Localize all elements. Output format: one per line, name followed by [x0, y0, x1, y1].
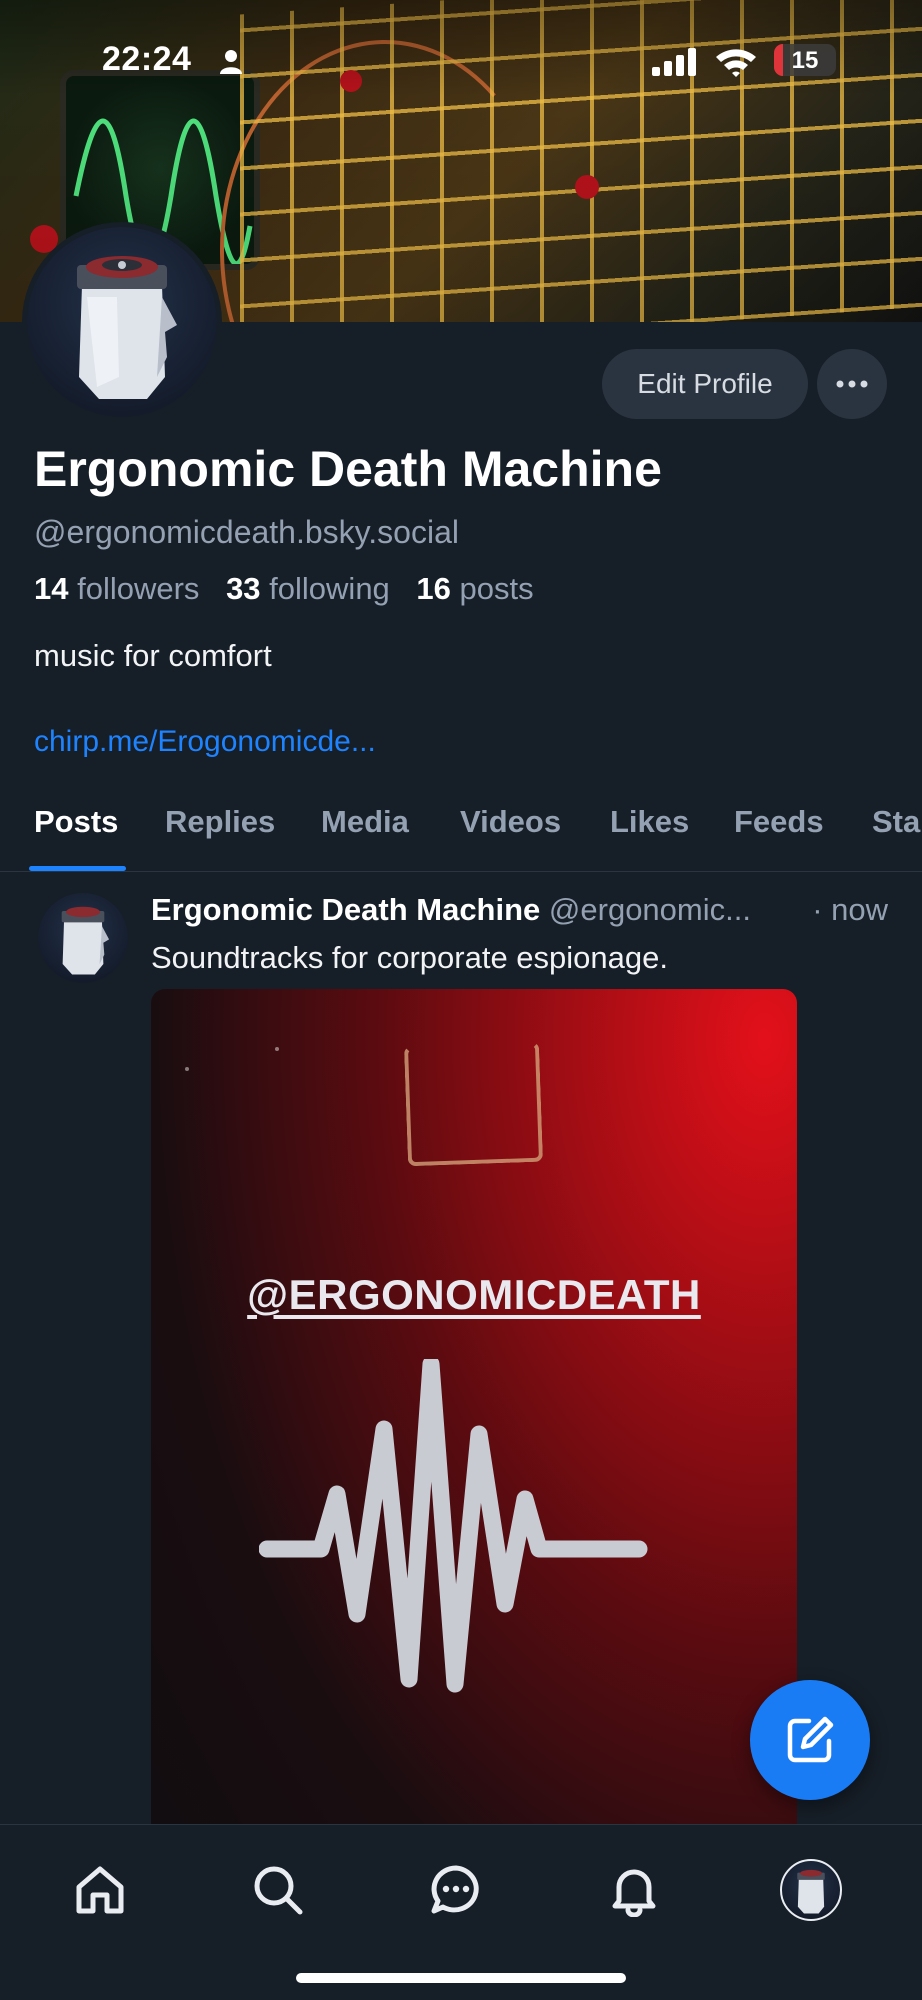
chat-icon — [431, 1865, 479, 1914]
post-author-handle[interactable]: @ergonomic... — [549, 892, 751, 927]
status-time: 22:24 — [102, 40, 192, 78]
home-icon — [76, 1866, 124, 1914]
compose-icon — [787, 1716, 834, 1763]
compose-post-button[interactable] — [750, 1680, 870, 1800]
post-author-name[interactable]: Ergonomic Death Machine — [151, 892, 540, 927]
more-options-button[interactable] — [817, 349, 887, 419]
bust-sculpture-image — [61, 906, 110, 975]
following-stat[interactable]: 33 following — [226, 571, 390, 606]
home-indicator — [296, 1973, 626, 1983]
post-text: Soundtracks for corporate espionage. — [151, 940, 668, 975]
edit-profile-button[interactable]: Edit Profile — [602, 349, 808, 419]
nav-home[interactable] — [67, 1857, 133, 1923]
tab-replies[interactable]: Replies — [165, 804, 275, 840]
profile-avatar — [780, 1859, 842, 1921]
bust-sculpture-image — [797, 1869, 825, 1914]
profile-bio: music for comfort — [34, 638, 272, 673]
tab-starter-packs[interactable]: Sta — [872, 804, 920, 840]
tab-media[interactable]: Media — [321, 804, 409, 840]
tab-videos[interactable]: Videos — [460, 804, 561, 840]
media-shape — [403, 1041, 544, 1167]
nav-search[interactable] — [245, 1857, 311, 1923]
bust-sculpture-image — [77, 256, 177, 399]
post-timestamp: · now — [812, 892, 888, 927]
bell-icon — [612, 1869, 656, 1917]
profile-avatar[interactable] — [22, 222, 222, 422]
tab-feeds[interactable]: Feeds — [734, 804, 824, 840]
profile-display-name: Ergonomic Death Machine — [34, 441, 662, 497]
battery-icon: 15 — [774, 44, 836, 76]
profile-link[interactable]: chirp.me/Erogonomicde... — [34, 725, 376, 759]
cellular-signal-icon — [652, 48, 700, 81]
active-tab-indicator — [29, 866, 126, 871]
wifi-icon — [714, 46, 758, 83]
tab-likes[interactable]: Likes — [610, 804, 689, 840]
search-icon — [254, 1866, 303, 1915]
nav-chat[interactable] — [423, 1857, 489, 1923]
nav-notifications[interactable] — [601, 1857, 667, 1923]
post-author-avatar[interactable] — [38, 893, 128, 983]
profile-stats: 14 followers 33 following 16 posts — [34, 571, 534, 607]
posts-stat: 16 posts — [416, 571, 534, 606]
followers-stat[interactable]: 14 followers — [34, 571, 199, 606]
nav-profile[interactable] — [778, 1857, 844, 1923]
status-bar: 22:24 15 — [0, 40, 922, 84]
media-caption: @ERGONOMICDEATH — [247, 1271, 701, 1318]
ellipsis-icon — [836, 380, 868, 388]
battery-percent: 15 — [791, 47, 819, 74]
profile-tabs: Posts Replies Media Videos Likes Feeds S… — [0, 800, 922, 872]
profile-handle: @ergonomicdeath.bsky.social — [34, 514, 459, 550]
post-header: Ergonomic Death Machine @ergonomic... · … — [151, 892, 891, 928]
person-icon — [218, 48, 244, 79]
waveform-icon — [259, 1359, 648, 1693]
tab-posts[interactable]: Posts — [34, 804, 118, 840]
